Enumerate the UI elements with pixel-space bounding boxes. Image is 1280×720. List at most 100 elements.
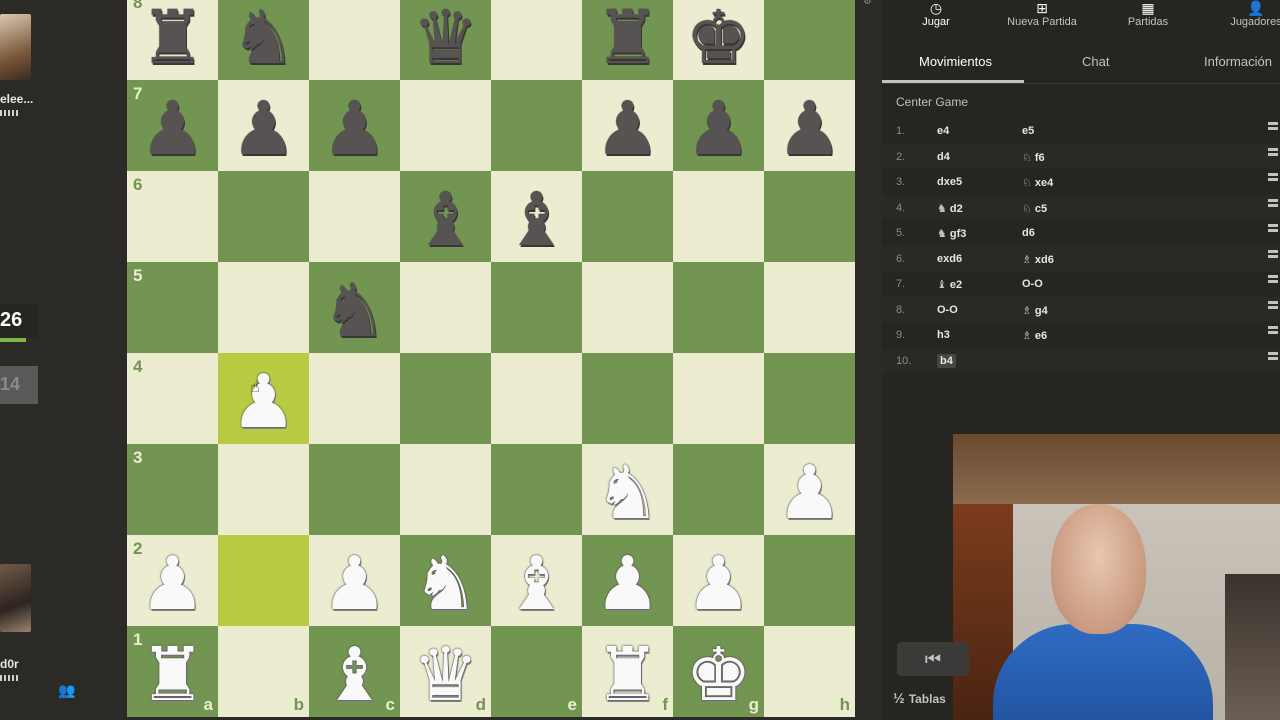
- square-e4[interactable]: [491, 353, 582, 444]
- square-h5[interactable]: [764, 262, 855, 353]
- square-e6[interactable]: ♝: [491, 171, 582, 262]
- square-h6[interactable]: [764, 171, 855, 262]
- black-move[interactable]: e5: [1022, 125, 1034, 137]
- tab-moves[interactable]: Movimientos: [919, 54, 992, 69]
- square-h2[interactable]: [764, 535, 855, 626]
- white-pawn-icon[interactable]: ♟: [230, 365, 296, 439]
- black-bishop-icon[interactable]: ♝: [412, 183, 478, 257]
- square-d7[interactable]: [400, 80, 491, 171]
- square-b3[interactable]: [218, 444, 309, 535]
- square-g3[interactable]: [673, 444, 764, 535]
- square-c2[interactable]: ♟: [309, 535, 400, 626]
- square-a3[interactable]: 3: [127, 444, 218, 535]
- square-b5[interactable]: [218, 262, 309, 353]
- square-f8[interactable]: ♜: [582, 0, 673, 80]
- black-rook-icon[interactable]: ♜: [139, 1, 205, 75]
- black-move[interactable]: ♘ f6: [1022, 151, 1045, 164]
- square-h1[interactable]: h: [764, 626, 855, 717]
- square-h8[interactable]: [764, 0, 855, 80]
- square-b1[interactable]: b: [218, 626, 309, 717]
- square-d2[interactable]: ♞: [400, 535, 491, 626]
- square-a4[interactable]: 4: [127, 353, 218, 444]
- square-d3[interactable]: [400, 444, 491, 535]
- square-f6[interactable]: [582, 171, 673, 262]
- white-move[interactable]: dxe5: [937, 176, 962, 188]
- white-move[interactable]: b4: [937, 353, 956, 368]
- square-c8[interactable]: [309, 0, 400, 80]
- square-c6[interactable]: [309, 171, 400, 262]
- square-d6[interactable]: ♝: [400, 171, 491, 262]
- square-a1[interactable]: 1 a ♜: [127, 626, 218, 717]
- white-pawn-icon[interactable]: ♟: [685, 547, 751, 621]
- square-f2[interactable]: ♟: [582, 535, 673, 626]
- square-a6[interactable]: 6: [127, 171, 218, 262]
- square-g6[interactable]: [673, 171, 764, 262]
- top-player-name[interactable]: elee...: [0, 92, 33, 106]
- square-d8[interactable]: ♛: [400, 0, 491, 80]
- white-move[interactable]: ♝ e2: [937, 278, 962, 291]
- black-move[interactable]: d6: [1022, 227, 1035, 239]
- square-e1[interactable]: e: [491, 626, 582, 717]
- top-player-avatar[interactable]: [0, 14, 31, 80]
- black-knight-icon[interactable]: ♞: [321, 274, 387, 348]
- draw-offer-button[interactable]: ½ Tablas: [893, 690, 946, 706]
- square-g1[interactable]: g ♚: [673, 626, 764, 717]
- white-move[interactable]: O-O: [937, 304, 958, 316]
- square-f7[interactable]: ♟: [582, 80, 673, 171]
- white-move[interactable]: exd6: [937, 253, 962, 265]
- square-f3[interactable]: ♞: [582, 444, 673, 535]
- square-a2[interactable]: 2 ♟: [127, 535, 218, 626]
- black-queen-icon[interactable]: ♛: [412, 1, 478, 75]
- square-c7[interactable]: ♟: [309, 80, 400, 171]
- square-g8[interactable]: ♚: [673, 0, 764, 80]
- chess-board[interactable]: 8 ♜ ♞ ♛ ♜ ♚ 7 ♟ ♟ ♟ ♟ ♟ ♟ 6 ♝ ♝ 5 ♞ 4 ♟ 3 ♞ ♟ 2 ♟ ♟ ♞ ♝ ♟ ♟ 1 a ♜ b c ♝ d ♛ e f…: [127, 0, 855, 717]
- square-h4[interactable]: [764, 353, 855, 444]
- black-move[interactable]: ♗ e6: [1022, 329, 1047, 342]
- black-pawn-icon[interactable]: ♟: [776, 92, 842, 166]
- black-pawn-icon[interactable]: ♟: [321, 92, 387, 166]
- black-pawn-icon[interactable]: ♟: [139, 92, 205, 166]
- square-h7[interactable]: ♟: [764, 80, 855, 171]
- nav-games[interactable]: ▦ Partidas: [1122, 0, 1174, 28]
- white-move[interactable]: ♞ d2: [937, 202, 963, 215]
- white-king-icon[interactable]: ♚: [685, 638, 751, 712]
- white-bishop-icon[interactable]: ♝: [503, 547, 569, 621]
- black-move[interactable]: ♗ xd6: [1022, 253, 1054, 266]
- square-e8[interactable]: [491, 0, 582, 80]
- black-move[interactable]: O-O: [1022, 278, 1043, 290]
- bottom-player-name[interactable]: d0r: [0, 657, 19, 671]
- square-b7[interactable]: ♟: [218, 80, 309, 171]
- square-g5[interactable]: [673, 262, 764, 353]
- first-move-button[interactable]: ⏮: [897, 642, 969, 676]
- square-e7[interactable]: [491, 80, 582, 171]
- square-a8[interactable]: 8 ♜: [127, 0, 218, 80]
- white-knight-icon[interactable]: ♞: [412, 547, 478, 621]
- white-pawn-icon[interactable]: ♟: [594, 547, 660, 621]
- tab-chat[interactable]: Chat: [1082, 54, 1109, 69]
- black-pawn-icon[interactable]: ♟: [685, 92, 751, 166]
- white-queen-icon[interactable]: ♛: [412, 638, 478, 712]
- square-a7[interactable]: 7 ♟: [127, 80, 218, 171]
- settings-icon[interactable]: ⚙: [863, 0, 873, 7]
- square-c1[interactable]: c ♝: [309, 626, 400, 717]
- square-b6[interactable]: [218, 171, 309, 262]
- square-d4[interactable]: [400, 353, 491, 444]
- white-pawn-icon[interactable]: ♟: [321, 547, 387, 621]
- black-move[interactable]: ♗ g4: [1022, 304, 1048, 317]
- square-f5[interactable]: [582, 262, 673, 353]
- opening-name[interactable]: Center Game: [896, 95, 968, 109]
- white-move[interactable]: e4: [937, 125, 949, 137]
- people-icon[interactable]: 👥: [58, 682, 75, 699]
- square-b2[interactable]: [218, 535, 309, 626]
- white-rook-icon[interactable]: ♜: [594, 638, 660, 712]
- square-e2[interactable]: ♝: [491, 535, 582, 626]
- black-move[interactable]: ♘ c5: [1022, 202, 1047, 215]
- square-h3[interactable]: ♟: [764, 444, 855, 535]
- square-d5[interactable]: [400, 262, 491, 353]
- black-bishop-icon[interactable]: ♝: [503, 183, 569, 257]
- white-pawn-icon[interactable]: ♟: [776, 456, 842, 530]
- tab-info[interactable]: Información: [1204, 54, 1272, 69]
- square-g7[interactable]: ♟: [673, 80, 764, 171]
- square-e3[interactable]: [491, 444, 582, 535]
- nav-play[interactable]: ◷ Jugar: [918, 0, 954, 28]
